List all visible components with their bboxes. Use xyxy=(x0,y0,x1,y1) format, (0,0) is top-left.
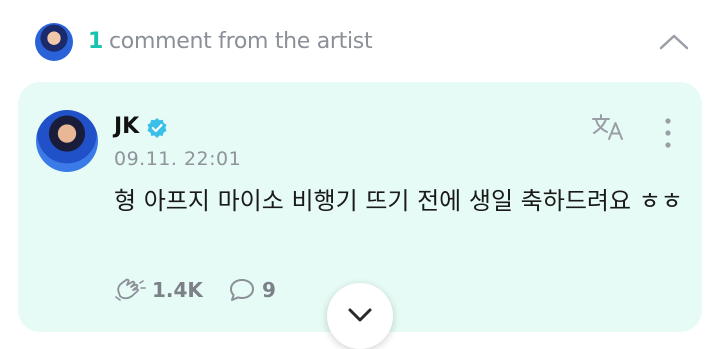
artist-avatar-small xyxy=(35,23,73,61)
more-vertical-icon xyxy=(665,118,671,148)
reply-count: 9 xyxy=(262,278,276,302)
like-hands-icon xyxy=(115,278,146,301)
like-count: 1.4K xyxy=(152,278,203,302)
expand-button[interactable] xyxy=(327,283,393,349)
reply-button[interactable]: 9 xyxy=(228,276,276,304)
comment-body: 형 아프지 마이소 비행기 뜨기 전에 생일 축하드려요 ㅎㅎ xyxy=(114,187,683,215)
chevron-up-icon xyxy=(659,34,689,50)
author-name[interactable]: JK xyxy=(114,114,139,139)
translate-icon xyxy=(592,114,623,140)
comment-bubble-icon xyxy=(230,279,254,301)
translate-button[interactable] xyxy=(590,112,626,144)
chevron-down-icon xyxy=(348,308,372,322)
comment-timestamp: 09.11. 22:01 xyxy=(114,148,242,170)
author-avatar[interactable] xyxy=(36,110,98,172)
comment-count-title: 1 comment from the artist xyxy=(88,29,373,54)
verified-badge-icon xyxy=(147,118,167,138)
like-button[interactable]: 1.4K xyxy=(114,276,203,304)
collapse-button[interactable] xyxy=(652,24,696,60)
more-options-button[interactable] xyxy=(658,116,678,150)
comment-count-label: comment from the artist xyxy=(109,29,373,54)
artist-comments-header[interactable]: 1 comment from the artist xyxy=(0,0,720,84)
comment-count: 1 xyxy=(88,29,104,54)
